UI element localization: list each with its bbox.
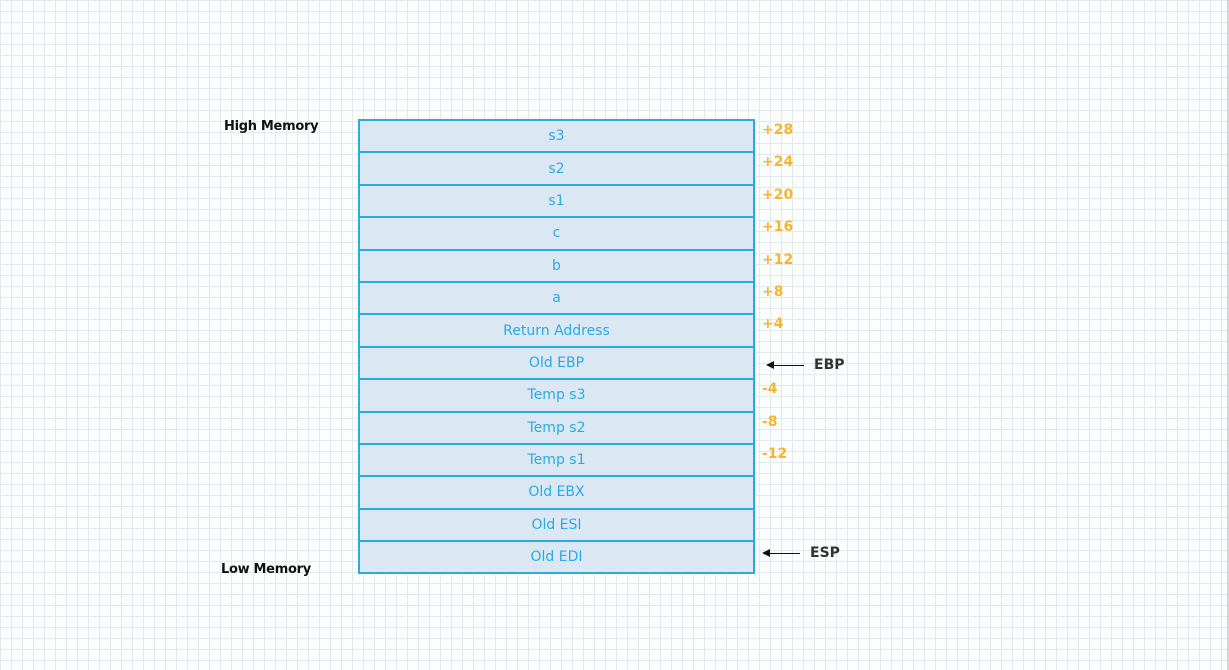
high-memory-label: High Memory bbox=[224, 119, 319, 134]
offset-label: +20 bbox=[762, 186, 794, 203]
stack-cell: Old EBP bbox=[360, 348, 753, 381]
offset-label: +24 bbox=[762, 154, 794, 171]
offset-label: -12 bbox=[762, 446, 788, 462]
offset-label: +16 bbox=[762, 219, 794, 236]
stack-cell: b bbox=[360, 251, 753, 283]
stack-cell: s2 bbox=[360, 153, 753, 186]
stack-cell: c bbox=[360, 218, 753, 251]
esp-label: ESP bbox=[810, 545, 840, 561]
stack-cell: Old EBX bbox=[360, 477, 753, 510]
esp-pointer: ESP bbox=[762, 545, 840, 561]
stack-cell: Return Address bbox=[360, 315, 753, 348]
offset-label: -8 bbox=[762, 413, 778, 430]
stack-cell: a bbox=[360, 283, 753, 316]
stack-cell: Temp s1 bbox=[360, 445, 753, 478]
offset-label: +12 bbox=[762, 251, 794, 268]
arrow-left-icon bbox=[766, 360, 804, 369]
stack-cell: Temp s3 bbox=[360, 380, 753, 413]
ebp-label: EBP bbox=[814, 357, 845, 373]
ebp-pointer: EBP bbox=[766, 357, 845, 373]
stack-frame: s3 s2 s1 c b a Return Address Old EBP Temp s3 Tem… bbox=[358, 119, 755, 575]
stack-cell: Old EDI bbox=[360, 542, 753, 575]
offset-label: +28 bbox=[762, 122, 794, 138]
low-memory-label: Low Memory bbox=[221, 562, 311, 577]
stack-cell: s1 bbox=[360, 186, 753, 219]
offset-label: +4 bbox=[762, 316, 784, 333]
stack-cell: s3 bbox=[360, 121, 753, 154]
offset-label: +8 bbox=[762, 284, 784, 300]
arrow-left-icon bbox=[762, 548, 800, 557]
stack-cell: Temp s2 bbox=[360, 413, 753, 445]
stack-cell: Old ESI bbox=[360, 510, 753, 543]
offset-label: -4 bbox=[762, 381, 778, 398]
